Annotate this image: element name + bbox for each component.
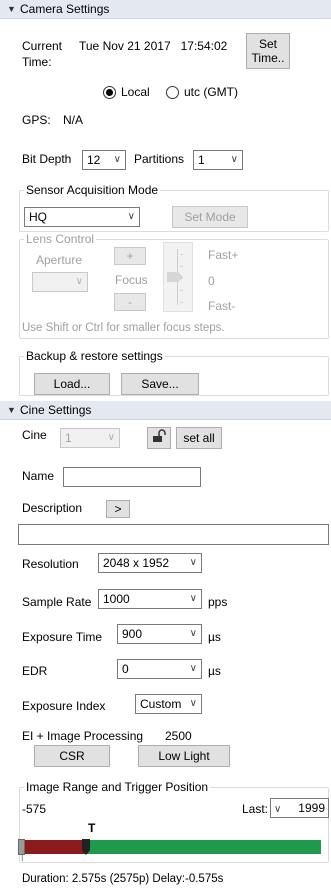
chevron-down-icon: ∨ bbox=[189, 628, 197, 639]
ei-processing-value: 2500 bbox=[165, 729, 192, 743]
zero-label: 0 bbox=[208, 274, 215, 288]
cine-value: 1 bbox=[65, 431, 72, 445]
last-label: Last: bbox=[242, 802, 269, 816]
sample-rate-unit: pps bbox=[208, 595, 228, 609]
gps-label: GPS: bbox=[22, 113, 51, 127]
name-label: Name bbox=[22, 469, 55, 483]
ei-processing-label: EI + Image Processing bbox=[22, 729, 144, 743]
edr-value: 0 bbox=[122, 662, 129, 676]
resolution-label: Resolution bbox=[22, 557, 79, 571]
focus-plus-button[interactable]: + bbox=[114, 247, 146, 265]
set-all-button[interactable]: set all bbox=[176, 427, 222, 449]
focus-hint: Use Shift or Ctrl for smaller focus step… bbox=[22, 322, 225, 334]
fast-plus-label: Fast+ bbox=[208, 248, 239, 262]
sensor-mode-title: Sensor Acquisition Mode bbox=[24, 183, 161, 197]
chevron-down-icon: ∨ bbox=[113, 154, 121, 165]
cine-select[interactable]: 1 ∨ bbox=[60, 428, 120, 448]
partitions-label: Partitions bbox=[134, 152, 185, 166]
lens-control-title: Lens Control bbox=[24, 232, 97, 246]
exposure-time-unit: µs bbox=[208, 630, 221, 644]
gps-value: N/A bbox=[63, 113, 84, 127]
csr-button[interactable]: CSR bbox=[34, 745, 110, 767]
chevron-down-icon: ∨ bbox=[189, 557, 197, 568]
lock-button[interactable] bbox=[147, 427, 171, 449]
camera-settings-header[interactable]: ▼ Camera Settings bbox=[0, 0, 331, 19]
aperture-select[interactable]: ∨ bbox=[32, 272, 88, 292]
camera-settings-title: Camera Settings bbox=[20, 2, 110, 16]
set-time-button[interactable]: Set Time.. bbox=[246, 33, 290, 69]
sample-rate-select[interactable]: 1000 ∨ bbox=[98, 589, 202, 609]
pre-trigger-segment bbox=[19, 840, 86, 854]
current-time-label: Current Time: bbox=[22, 39, 63, 69]
edr-unit: µs bbox=[208, 664, 221, 678]
range-bar[interactable] bbox=[18, 839, 321, 855]
focus-label: Focus bbox=[115, 273, 148, 287]
set-mode-button[interactable]: Set Mode bbox=[172, 206, 248, 228]
edr-label: EDR bbox=[22, 664, 48, 678]
focus-slider[interactable]: ----- bbox=[163, 242, 193, 312]
bit-depth-value: 12 bbox=[87, 153, 101, 167]
image-range-title: Image Range and Trigger Position bbox=[24, 780, 211, 794]
sample-rate-value: 1000 bbox=[103, 592, 130, 606]
exposure-index-select[interactable]: Custom ∨ bbox=[135, 694, 202, 714]
chevron-down-icon: ∨ bbox=[189, 698, 197, 709]
cine-settings-header[interactable]: ▼ Cine Settings bbox=[0, 401, 331, 420]
save-button[interactable]: Save... bbox=[121, 373, 199, 395]
backup-title: Backup & restore settings bbox=[24, 349, 165, 363]
slider-ticks: ----- bbox=[180, 249, 183, 307]
exposure-time-select[interactable]: 900 ∨ bbox=[117, 624, 202, 644]
last-select[interactable]: ∨ 1999 bbox=[270, 798, 329, 818]
partitions-select[interactable]: 1 ∨ bbox=[193, 150, 243, 170]
resolution-select[interactable]: 2048 x 1952 ∨ bbox=[98, 553, 202, 573]
local-radio[interactable] bbox=[103, 86, 116, 99]
sensor-mode-select[interactable]: HQ ∨ bbox=[24, 207, 140, 227]
cine-label: Cine bbox=[22, 428, 47, 442]
exposure-index-label: Exposure Index bbox=[22, 699, 106, 713]
first-image-value: -575 bbox=[22, 802, 47, 816]
bit-depth-select[interactable]: 12 ∨ bbox=[82, 150, 126, 170]
aperture-label: Aperture bbox=[36, 253, 83, 267]
low-light-button[interactable]: Low Light bbox=[138, 745, 230, 767]
unlock-icon bbox=[152, 429, 166, 447]
start-marker-label: I bbox=[21, 853, 24, 863]
utc-radio[interactable] bbox=[166, 86, 179, 99]
sensor-mode-value: HQ bbox=[29, 210, 47, 224]
chevron-down-icon: ∨ bbox=[274, 804, 282, 815]
bit-depth-label: Bit Depth bbox=[22, 152, 72, 166]
description-expand-button[interactable]: > bbox=[106, 500, 130, 518]
chevron-down-icon: ∨ bbox=[230, 154, 238, 165]
chevron-down-icon: ∨ bbox=[127, 211, 135, 222]
cine-settings-title: Cine Settings bbox=[20, 403, 92, 417]
exposure-index-value: Custom bbox=[140, 697, 182, 711]
utc-radio-label: utc (GMT) bbox=[184, 85, 238, 99]
description-input[interactable] bbox=[18, 524, 329, 545]
chevron-down-icon: ∨ bbox=[75, 276, 83, 287]
description-label: Description bbox=[22, 501, 83, 515]
chevron-down-icon: ∨ bbox=[189, 593, 197, 604]
fast-minus-label: Fast- bbox=[208, 299, 236, 313]
duration-text: Duration: 2.575s (2575p) Delay:-0.575s bbox=[22, 873, 224, 885]
post-trigger-segment bbox=[86, 840, 321, 854]
edr-select[interactable]: 0 ∨ bbox=[117, 659, 202, 679]
trigger-marker-label: T bbox=[88, 821, 96, 835]
focus-minus-button[interactable]: - bbox=[114, 293, 146, 311]
collapse-triangle-icon: ▼ bbox=[7, 405, 16, 415]
resolution-value: 2048 x 1952 bbox=[103, 556, 170, 570]
exposure-time-value: 900 bbox=[122, 627, 143, 641]
load-button[interactable]: Load... bbox=[34, 373, 110, 395]
current-time-value: Tue Nov 21 2017 17:54:02 bbox=[79, 39, 228, 53]
exposure-time-label: Exposure Time bbox=[22, 630, 103, 644]
name-input[interactable] bbox=[63, 467, 201, 487]
collapse-triangle-icon: ▼ bbox=[7, 4, 16, 14]
partitions-value: 1 bbox=[198, 153, 205, 167]
chevron-down-icon: ∨ bbox=[189, 663, 197, 674]
last-value: 1999 bbox=[298, 801, 325, 815]
local-radio-label: Local bbox=[121, 85, 150, 99]
chevron-down-icon: ∨ bbox=[107, 432, 115, 443]
sample-rate-label: Sample Rate bbox=[22, 595, 92, 609]
